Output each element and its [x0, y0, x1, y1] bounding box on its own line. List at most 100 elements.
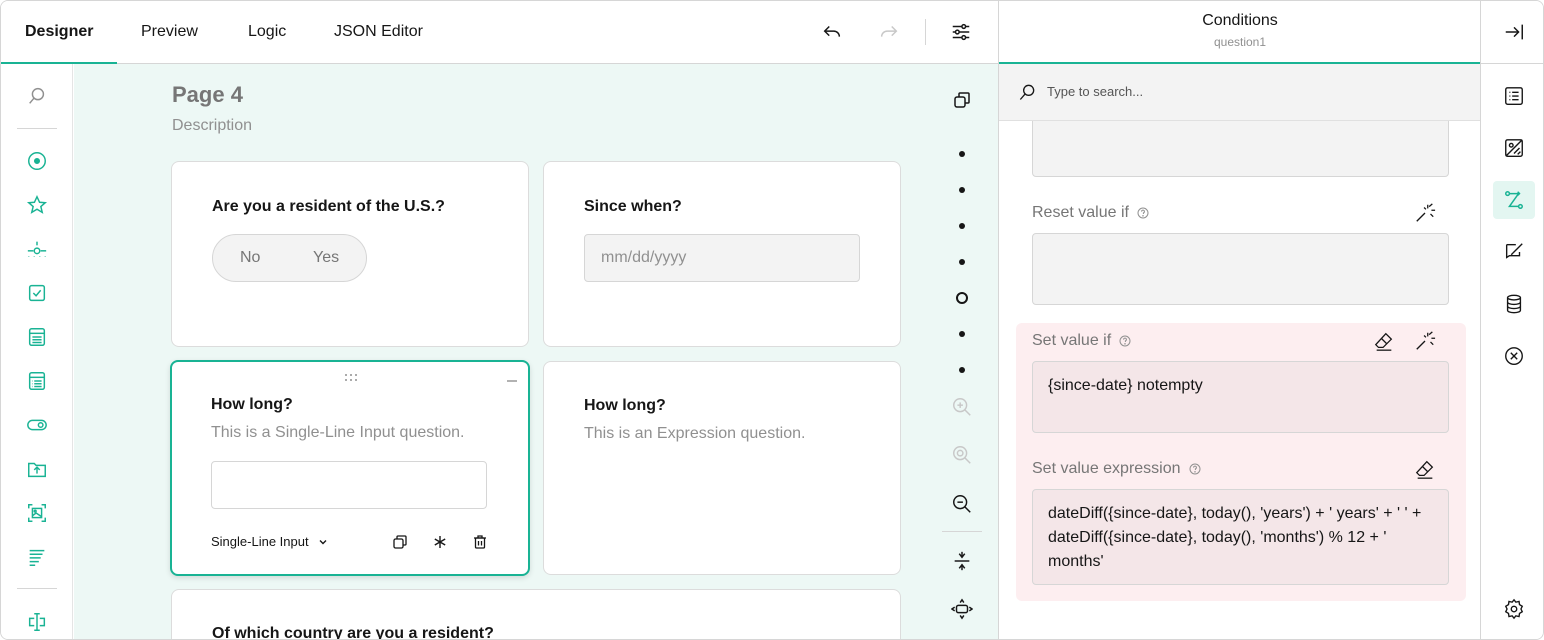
dropdown-icon[interactable] — [23, 323, 51, 351]
toolbox-divider — [17, 128, 57, 129]
page-nav-dot[interactable] — [959, 259, 965, 265]
slider-icon[interactable] — [23, 235, 51, 263]
chevron-down-icon — [319, 539, 327, 544]
duplicate-icon[interactable] — [390, 532, 410, 552]
property-categories-bar — [1480, 1, 1543, 639]
checkbox-icon[interactable] — [23, 279, 51, 307]
undo-icon[interactable] — [819, 19, 845, 45]
question-title[interactable]: Of which country are you a resident? — [212, 625, 494, 639]
zoom-in-icon[interactable] — [950, 395, 974, 419]
conditions-icon[interactable] — [1493, 181, 1535, 219]
reset-value-label: Reset value if — [1032, 204, 1149, 222]
file-upload-icon[interactable] — [23, 455, 51, 483]
question-title[interactable]: How long? — [584, 397, 666, 415]
question-card[interactable]: How long? This is an Expression question… — [543, 361, 901, 575]
page-nav-dot[interactable] — [959, 187, 965, 193]
set-value-label-text: Set value if — [1032, 332, 1112, 349]
page-description[interactable]: Description — [172, 117, 252, 135]
previous-expression-field[interactable] — [1032, 121, 1449, 177]
date-input[interactable]: mm/dd/yyyy — [584, 234, 860, 282]
property-grid: Conditions question1 Type to search... R… — [998, 1, 1481, 639]
magic-wand-icon[interactable] — [1412, 328, 1438, 354]
tab-preview[interactable]: Preview — [117, 1, 222, 63]
question-title[interactable]: Since when? — [584, 198, 682, 216]
collapse-panel-icon[interactable] — [1501, 19, 1527, 45]
page-nav-dot[interactable] — [959, 223, 965, 229]
search-input[interactable]: Type to search... — [1047, 84, 1143, 99]
matrix-icon[interactable] — [23, 367, 51, 395]
redo-icon[interactable] — [876, 19, 902, 45]
reset-value-label-text: Reset value if — [1032, 204, 1129, 221]
radio-icon[interactable] — [23, 147, 51, 175]
text-cursor-icon[interactable] — [23, 608, 51, 636]
design-surface: Page 4 Description Are you a resident of… — [74, 64, 998, 639]
star-icon[interactable] — [23, 191, 51, 219]
collapse-icon[interactable] — [506, 372, 518, 382]
question-type-selector[interactable]: Single-Line Input — [211, 534, 329, 549]
page-nav-dot[interactable] — [959, 151, 965, 157]
toolbox-divider — [17, 588, 57, 589]
drag-handle-icon[interactable] — [344, 370, 358, 381]
set-value-expression-label-text: Set value expression — [1032, 460, 1181, 477]
sliders-icon[interactable] — [948, 19, 974, 45]
boolean-switch[interactable]: No Yes — [212, 234, 367, 282]
question-card[interactable]: Are you a resident of the U.S.? No Yes — [171, 161, 529, 347]
zoom-out-icon[interactable] — [950, 492, 974, 516]
zoom-reset-icon[interactable] — [950, 443, 974, 467]
question-type-label: Single-Line Input — [211, 534, 309, 549]
delete-icon[interactable] — [470, 532, 490, 552]
set-value-expression-field[interactable]: dateDiff({since-date}, today(), 'years')… — [1032, 489, 1449, 585]
magic-wand-icon[interactable] — [1412, 200, 1438, 226]
copy-page-icon[interactable] — [950, 88, 974, 112]
help-icon[interactable] — [1137, 207, 1149, 219]
toolbar-divider — [925, 19, 926, 45]
help-icon[interactable] — [1189, 463, 1201, 475]
collapse-all-icon[interactable] — [950, 549, 974, 573]
question-title[interactable]: Are you a resident of the U.S.? — [212, 198, 445, 216]
search-icon[interactable] — [23, 82, 51, 110]
survey-creator: Designer Preview Logic JSON Editor Page … — [0, 0, 1544, 640]
single-line-input[interactable] — [211, 461, 487, 509]
toolbox — [1, 64, 73, 639]
required-icon[interactable] — [430, 532, 450, 552]
page-title[interactable]: Page 4 — [172, 82, 243, 108]
validation-icon[interactable] — [1501, 239, 1527, 265]
clear-icon[interactable] — [1501, 343, 1527, 369]
boolean-option-yes[interactable]: Yes — [313, 249, 339, 267]
eraser-icon[interactable] — [1412, 456, 1438, 482]
property-grid-title: Conditions — [1202, 12, 1278, 29]
boolean-option-no[interactable]: No — [240, 249, 260, 267]
help-icon[interactable] — [1119, 335, 1131, 347]
set-value-expression-label: Set value expression — [1032, 460, 1201, 478]
question-card-selected[interactable]: How long? This is a Single-Line Input qu… — [170, 360, 530, 576]
property-grid-header: Conditions question1 — [999, 1, 1481, 64]
set-value-label: Set value if — [1032, 332, 1131, 350]
page-nav-dot[interactable] — [959, 331, 965, 337]
image-icon[interactable] — [23, 499, 51, 527]
property-search[interactable]: Type to search... — [999, 64, 1481, 121]
eraser-icon[interactable] — [1371, 328, 1397, 354]
data-icon[interactable] — [1501, 291, 1527, 317]
text-icon[interactable] — [23, 543, 51, 571]
property-grid-subtitle: question1 — [1213, 35, 1267, 49]
page-nav-dot[interactable] — [959, 367, 965, 373]
layout-icon[interactable] — [1501, 135, 1527, 161]
search-icon — [1017, 82, 1037, 107]
question-title[interactable]: How long? — [211, 396, 293, 414]
general-properties-icon[interactable] — [1501, 83, 1527, 109]
toggle-icon[interactable] — [23, 411, 51, 439]
tab-designer[interactable]: Designer — [1, 1, 118, 64]
property-grid-body: Reset value if Set value if {since-date}… — [999, 121, 1481, 639]
question-description[interactable]: This is a Single-Line Input question. — [211, 424, 464, 442]
question-description[interactable]: This is an Expression question. — [584, 425, 805, 443]
question-card[interactable]: Of which country are you a resident? — [171, 589, 901, 639]
question-card[interactable]: Since when? mm/dd/yyyy — [543, 161, 901, 347]
set-value-if-field[interactable]: {since-date} notempty — [1032, 361, 1449, 433]
gear-icon[interactable] — [1501, 596, 1527, 622]
expand-all-icon[interactable] — [950, 597, 974, 621]
rail-divider — [942, 531, 982, 532]
tab-logic[interactable]: Logic — [224, 1, 310, 63]
tab-json-editor[interactable]: JSON Editor — [310, 1, 447, 63]
reset-value-field[interactable] — [1032, 233, 1449, 305]
page-nav-dot-current[interactable] — [956, 292, 968, 304]
